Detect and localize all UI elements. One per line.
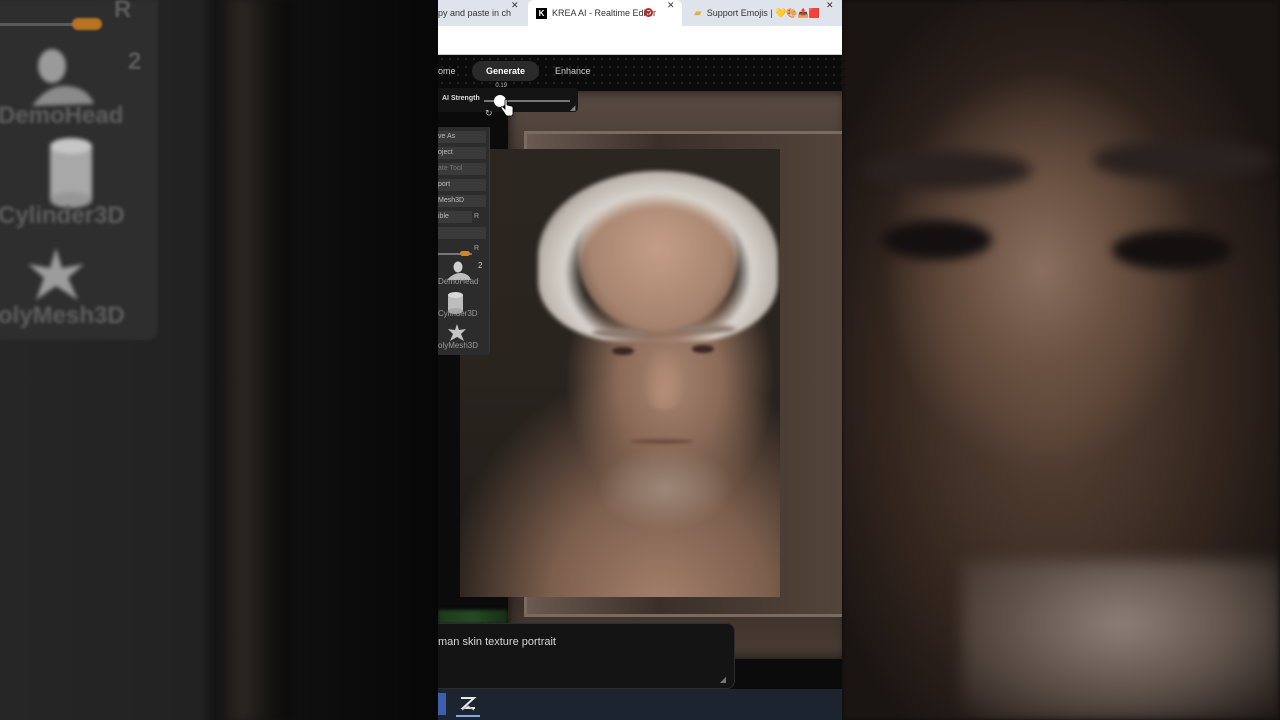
zbrush-project-button[interactable]: oject [438, 147, 486, 159]
zbrush-visible-r[interactable]: R [474, 213, 479, 220]
zbrush-slider-knob[interactable] [460, 251, 470, 256]
resize-handle-icon[interactable]: ◢ [720, 675, 726, 684]
zbrush-polymesh3d-button[interactable]: Mesh3D [438, 195, 486, 207]
background-label-demohead: DemoHead [0, 102, 124, 129]
zbrush-slider-r[interactable]: R [474, 245, 479, 252]
nav-home[interactable]: ome [438, 61, 470, 81]
recording-icon [644, 8, 653, 17]
hand-cursor-icon [500, 99, 514, 117]
tool-label-cylinder3d: Cylinder3D [438, 309, 478, 318]
tab-label: Support Emojis | 💛🎨📤🟥 | [706, 7, 822, 18]
prompt-input[interactable]: man skin texture portrait ◢ [438, 623, 735, 689]
background-label-cylinder3d: Cylinder3D [0, 202, 125, 229]
krea-editor: ome Generate Enhance AI Strength 0.19 ◢ [438, 55, 842, 720]
background-frame-edge [222, 0, 292, 720]
demohead-count: 2 [478, 261, 483, 270]
tab-support-emojis[interactable]: ▰ Support Emojis | 💛🎨📤🟥 | [690, 0, 822, 26]
tool-label-polymesh3d: olyMesh3D [438, 341, 479, 350]
tab-label: KREA AI - Realtime Editor [552, 8, 657, 18]
polymesh-star-icon[interactable] [446, 323, 468, 343]
krea-logo-icon: K [536, 7, 547, 19]
background-foliage [438, 610, 508, 624]
zbrush-blank-button[interactable] [438, 227, 486, 239]
background-face-zoom [842, 0, 1280, 720]
tab-krea-realtime-editor[interactable]: K KREA AI - Realtime Editor [528, 0, 682, 26]
background-slider-knob [72, 18, 102, 30]
background-zbrush-zoom: R 2 DemoHead Cylinder3D olyMesh3D [0, 0, 438, 720]
zbrush-export-button[interactable]: port [438, 179, 486, 191]
zbrush-tool-panel: ↻ ve As oject ate Tool port Mesh3D ible … [438, 108, 493, 355]
tool-label-demohead: DemoHead [438, 277, 479, 286]
generated-portrait [460, 149, 780, 597]
resize-handle-icon[interactable]: ◢ [570, 104, 575, 112]
polymesh-star-icon [28, 248, 84, 300]
prompt-text: man skin texture portrait [438, 636, 556, 648]
windows-taskbar [438, 689, 842, 720]
tab-label: py and paste in ch [438, 8, 512, 18]
close-icon[interactable]: ✕ [667, 0, 675, 11]
background-label-polymesh3d: olyMesh3D [0, 302, 125, 329]
browser-tab-bar: py and paste in ch ✕ K KREA AI - Realtim… [438, 0, 842, 26]
refresh-icon[interactable]: ↻ [485, 108, 493, 119]
ai-strength-label: AI Strength [442, 95, 480, 102]
folder-icon: ▰ [694, 7, 702, 19]
nav-enhance[interactable]: Enhance [541, 61, 605, 81]
zbrush-visible-button[interactable]: ible [438, 211, 472, 223]
zbrush-create-tool-button[interactable]: ate Tool [438, 163, 486, 175]
background-slider-letter: R [114, 0, 132, 23]
demohead-icon [32, 49, 94, 106]
background-count: 2 [128, 48, 142, 75]
zbrush-logo-icon [460, 697, 477, 711]
ai-strength-value: 0.19 [495, 83, 508, 89]
zbrush-save-as-button[interactable]: ve As [438, 131, 486, 143]
browser-window: py and paste in ch ✕ K KREA AI - Realtim… [438, 0, 842, 720]
taskbar-app-icon[interactable] [438, 693, 446, 715]
cylinder-icon [50, 138, 92, 208]
close-icon[interactable]: ✕ [826, 0, 834, 11]
address-bar[interactable] [438, 26, 842, 55]
zbrush-taskbar-icon[interactable] [456, 693, 480, 717]
close-icon[interactable]: ✕ [511, 0, 519, 11]
nav-generate[interactable]: Generate [472, 61, 540, 81]
